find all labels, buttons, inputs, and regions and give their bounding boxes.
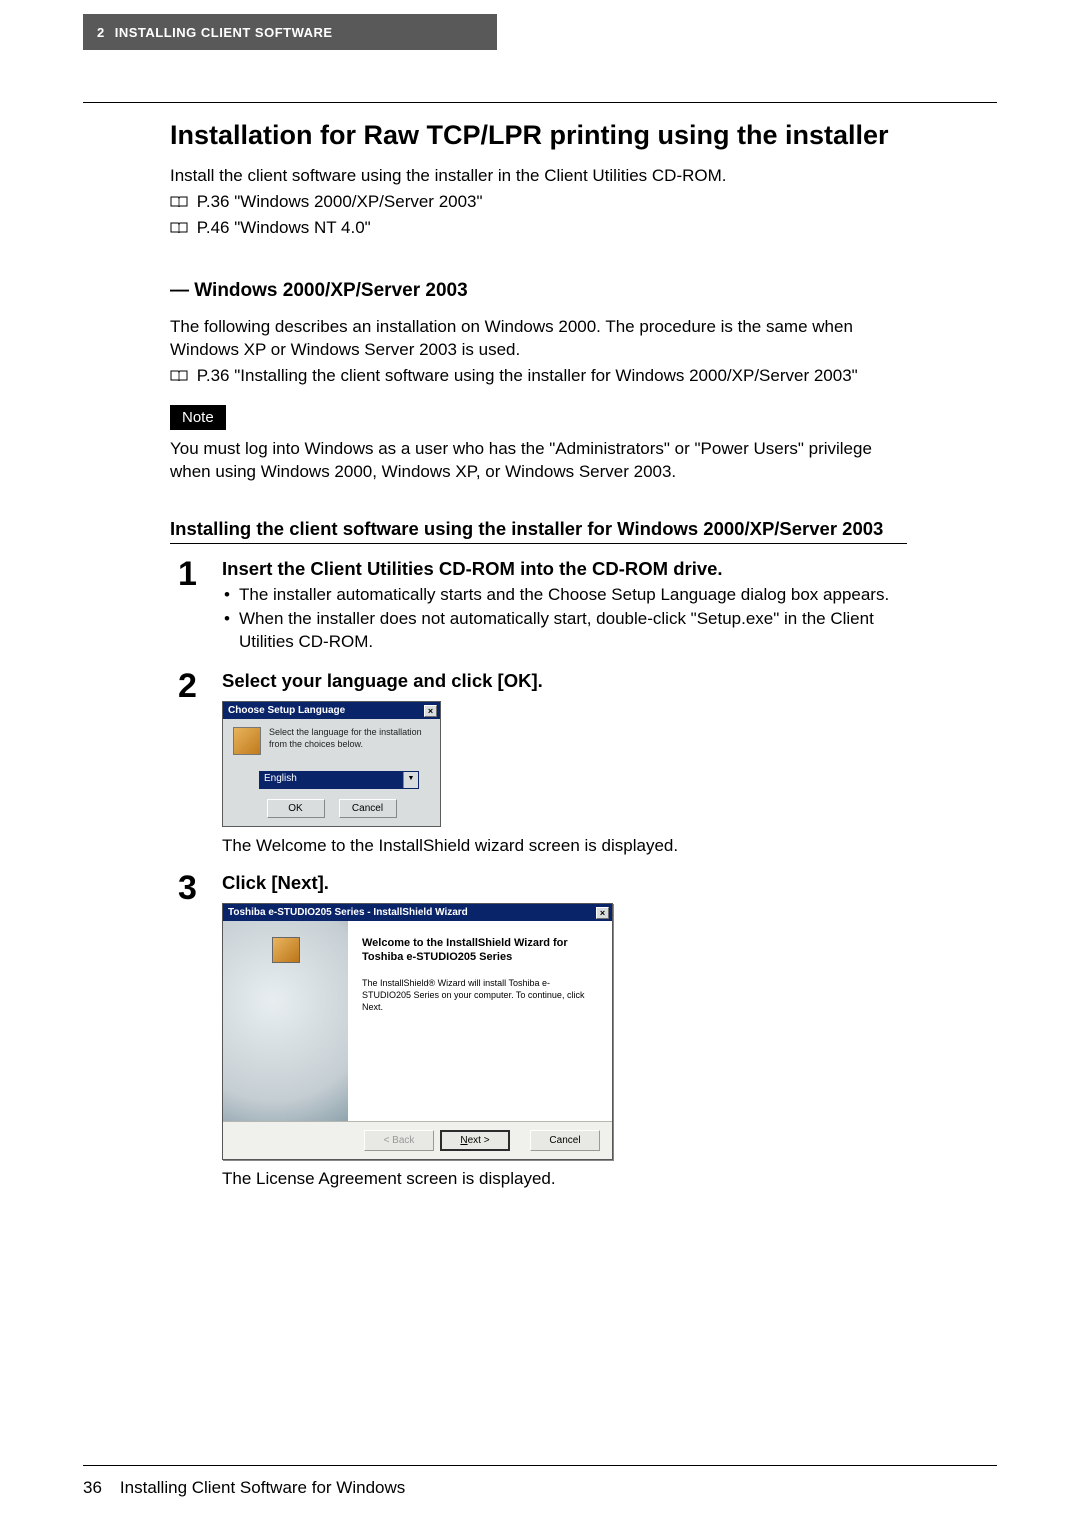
next-button[interactable]: Next > <box>440 1130 510 1151</box>
ok-button[interactable]: OK <box>267 799 325 818</box>
step-3-after: The License Agreement screen is displaye… <box>222 1168 907 1191</box>
page-footer: 36 Installing Client Software for Window… <box>83 1478 405 1498</box>
cancel-button[interactable]: Cancel <box>339 799 397 818</box>
wizard-side-image <box>223 921 348 1121</box>
chevron-down-icon[interactable]: ▼ <box>403 772 418 788</box>
package-icon <box>272 937 300 963</box>
dialog-title: Toshiba e-STUDIO205 Series - InstallShie… <box>228 907 468 918</box>
subsection-title: — Windows 2000/XP/Server 2003 <box>170 280 907 302</box>
language-select[interactable]: English ▼ <box>259 771 419 789</box>
step-1-head: Insert the Client Utilities CD-ROM into … <box>222 557 907 581</box>
wizard-heading: Welcome to the InstallShield Wizard for … <box>362 937 598 965</box>
step-2: 2 Select your language and click [OK]. C… <box>178 669 907 858</box>
chapter-number: 2 <box>97 25 105 40</box>
ref-line-1: P.36 "Windows 2000/XP/Server 2003" <box>170 191 907 214</box>
dialog-message: Select the language for the installation… <box>269 727 430 755</box>
step-1-bullet-1: The installer automatically starts and t… <box>222 584 907 607</box>
step-number: 2 <box>178 669 222 858</box>
subsection-body: The following describes an installation … <box>170 316 907 362</box>
intro-text: Install the client software using the in… <box>170 165 907 188</box>
ref-text-2: P.46 "Windows NT 4.0" <box>197 218 371 237</box>
step-number: 3 <box>178 871 222 1191</box>
page-header: 2 INSTALLING CLIENT SOFTWARE <box>83 14 497 50</box>
dialog-titlebar: Toshiba e-STUDIO205 Series - InstallShie… <box>223 904 612 921</box>
book-icon <box>170 370 188 382</box>
book-icon <box>170 222 188 234</box>
step-2-head: Select your language and click [OK]. <box>222 669 907 693</box>
page-number: 36 <box>83 1478 102 1498</box>
footer-text: Installing Client Software for Windows <box>120 1478 405 1498</box>
step-3-head: Click [Next]. <box>222 871 907 895</box>
step-2-after: The Welcome to the InstallShield wizard … <box>222 835 907 858</box>
bottom-rule <box>83 1465 997 1466</box>
language-selected: English <box>260 772 403 788</box>
next-button-label: ext > <box>468 1135 490 1146</box>
step-3: 3 Click [Next]. Toshiba e-STUDIO205 Seri… <box>178 871 907 1191</box>
step-1: 1 Insert the Client Utilities CD-ROM int… <box>178 557 907 657</box>
ref-line-2: P.46 "Windows NT 4.0" <box>170 217 907 240</box>
procedure-title: Installing the client software using the… <box>170 518 907 544</box>
book-icon <box>170 196 188 208</box>
step-1-bullet-2: When the installer does not automaticall… <box>222 608 907 654</box>
installshield-wizard-dialog: Toshiba e-STUDIO205 Series - InstallShie… <box>222 903 613 1160</box>
step-number: 1 <box>178 557 222 657</box>
close-icon[interactable]: × <box>424 705 437 717</box>
chapter-title: INSTALLING CLIENT SOFTWARE <box>115 25 333 40</box>
note-label: Note <box>170 405 226 430</box>
note-body: You must log into Windows as a user who … <box>170 438 907 484</box>
ref-text-3: P.36 "Installing the client software usi… <box>197 366 858 385</box>
dialog-title: Choose Setup Language <box>228 705 345 716</box>
ref-line-3: P.36 "Installing the client software usi… <box>170 365 907 388</box>
wizard-body: The InstallShield® Wizard will install T… <box>362 977 598 1013</box>
ref-text-1: P.36 "Windows 2000/XP/Server 2003" <box>197 192 483 211</box>
content-column: Installation for Raw TCP/LPR printing us… <box>170 120 907 1191</box>
close-icon[interactable]: × <box>596 907 609 919</box>
top-rule <box>83 102 997 103</box>
step-1-bullets: The installer automatically starts and t… <box>222 584 907 655</box>
choose-language-dialog: Choose Setup Language × Select the langu… <box>222 701 441 827</box>
back-button: < Back <box>364 1130 434 1151</box>
cancel-button[interactable]: Cancel <box>530 1130 600 1151</box>
globe-icon <box>233 727 261 755</box>
dialog-titlebar: Choose Setup Language × <box>223 702 440 719</box>
section-title: Installation for Raw TCP/LPR printing us… <box>170 120 907 151</box>
